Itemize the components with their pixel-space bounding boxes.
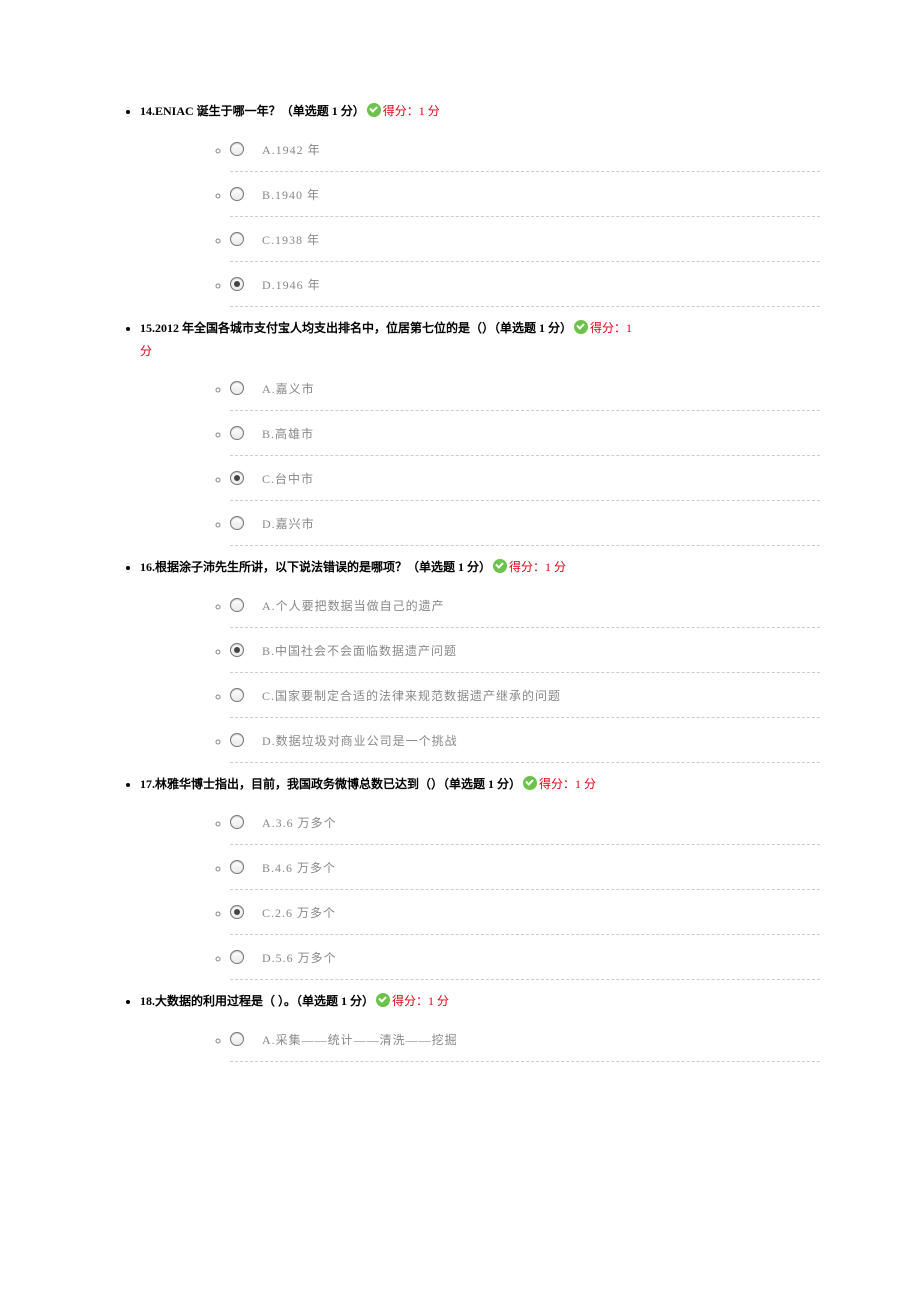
question-title: 15.2012 年全国各城市支付宝人均支出排名中，位居第七位的是（）（单选题 1… xyxy=(140,317,820,363)
correct-check-icon xyxy=(493,559,507,573)
option-item[interactable]: B.1940 年 xyxy=(230,172,820,217)
question-text: ENIAC 诞生于哪一年？ xyxy=(155,104,281,118)
question-number: 18. xyxy=(140,994,155,1008)
option-label: B.高雄市 xyxy=(262,427,314,441)
question-type-label: （单选题 1 分） xyxy=(407,560,491,574)
option-item[interactable]: A.个人要把数据当做自己的遗产 xyxy=(230,583,820,628)
question-number: 14. xyxy=(140,104,155,118)
option-label: D.5.6 万多个 xyxy=(262,951,337,965)
options-list: A.1942 年 B.1940 年 C.1938 年 D.1946 年 xyxy=(140,127,820,307)
correct-check-icon xyxy=(574,320,588,334)
question-list: 14.ENIAC 诞生于哪一年？（单选题 1 分）得分：1 分A.1942 年B… xyxy=(100,100,820,1062)
option-label: B.中国社会不会面临数据遗产问题 xyxy=(262,644,457,658)
radio-icon[interactable] xyxy=(230,815,244,829)
option-label: A.嘉义市 xyxy=(262,382,315,396)
options-list: A.采集——统计——清洗——挖掘 xyxy=(140,1017,820,1062)
correct-check-icon xyxy=(523,776,537,790)
radio-selected-icon[interactable] xyxy=(230,471,244,485)
option-item[interactable]: C.2.6 万多个 xyxy=(230,890,820,935)
option-item[interactable]: D.嘉兴市 xyxy=(230,501,820,546)
radio-icon[interactable] xyxy=(230,142,244,156)
question-text: 大数据的利用过程是（ ）。 xyxy=(155,994,296,1008)
radio-icon[interactable] xyxy=(230,1032,244,1046)
correct-check-icon xyxy=(376,993,390,1007)
option-label: D.嘉兴市 xyxy=(262,517,315,531)
option-item[interactable]: A.采集——统计——清洗——挖掘 xyxy=(230,1017,820,1062)
option-item[interactable]: B.4.6 万多个 xyxy=(230,845,820,890)
question-title: 16.根据涂子沛先生所讲，以下说法错误的是哪项？（单选题 1 分） 得分：1 分 xyxy=(140,556,820,579)
question-number: 16. xyxy=(140,560,155,574)
question-text: 林雅华博士指出，目前，我国政务微博总数已达到（） xyxy=(155,777,443,791)
question-type-label: （单选题 1 分） xyxy=(494,321,572,335)
radio-icon[interactable] xyxy=(230,688,244,702)
radio-selected-icon[interactable] xyxy=(230,277,244,291)
question-item: 17.林雅华博士指出，目前，我国政务微博总数已达到（）（单选题 1 分） 得分：1… xyxy=(140,773,820,980)
question-item: 18.大数据的利用过程是（ ）。（单选题 1 分） 得分：1 分 A.采集——统计—… xyxy=(140,990,820,1062)
radio-icon[interactable] xyxy=(230,860,244,874)
score-label-cont: 分 xyxy=(140,344,152,358)
option-label: C.1938 年 xyxy=(262,233,320,247)
question-text: 2012 年全国各城市支付宝人均支出排名中，位居第七位的是（） xyxy=(155,321,494,335)
radio-icon[interactable] xyxy=(230,426,244,440)
question-number: 17. xyxy=(140,777,155,791)
correct-check-icon xyxy=(367,103,381,117)
radio-icon[interactable] xyxy=(230,733,244,747)
option-label: C.国家要制定合适的法律来规范数据遗产继承的问题 xyxy=(262,689,561,703)
score-label: 得分：1 分 xyxy=(392,994,449,1008)
option-label: A.3.6 万多个 xyxy=(262,816,337,830)
option-item[interactable]: B.高雄市 xyxy=(230,411,820,456)
radio-icon[interactable] xyxy=(230,381,244,395)
question-type-label: （单选题 1 分） xyxy=(443,777,521,791)
option-label: A.1942 年 xyxy=(262,143,321,157)
option-label: C.2.6 万多个 xyxy=(262,906,336,920)
radio-icon[interactable] xyxy=(230,187,244,201)
question-number: 15. xyxy=(140,321,155,335)
radio-icon[interactable] xyxy=(230,232,244,246)
question-type-label: （单选题 1 分） xyxy=(296,994,374,1008)
question-title: 14.ENIAC 诞生于哪一年？（单选题 1 分） 得分：1 分 xyxy=(140,100,820,123)
question-text: 根据涂子沛先生所讲，以下说法错误的是哪项？ xyxy=(155,560,407,574)
score-label: 得分：1 分 xyxy=(383,104,440,118)
option-label: C.台中市 xyxy=(262,472,314,486)
option-item[interactable]: A.1942 年 xyxy=(230,127,820,172)
question-item: 15.2012 年全国各城市支付宝人均支出排名中，位居第七位的是（）（单选题 1… xyxy=(140,317,820,547)
options-list: A.嘉义市 B.高雄市 C.台中市 D.嘉兴市 xyxy=(140,366,820,546)
option-item[interactable]: D.数据垃圾对商业公司是一个挑战 xyxy=(230,718,820,763)
question-title: 17.林雅华博士指出，目前，我国政务微博总数已达到（）（单选题 1 分） 得分：1… xyxy=(140,773,820,796)
option-item[interactable]: A.嘉义市 xyxy=(230,366,820,411)
radio-icon[interactable] xyxy=(230,950,244,964)
score-label: 得分：1 分 xyxy=(539,777,596,791)
option-item[interactable]: B.中国社会不会面临数据遗产问题 xyxy=(230,628,820,673)
question-item: 14.ENIAC 诞生于哪一年？（单选题 1 分） 得分：1 分 A.1942 年 B… xyxy=(140,100,820,307)
option-label: A.采集——统计——清洗——挖掘 xyxy=(262,1033,458,1047)
options-list: A.3.6 万多个 B.4.6 万多个 C.2.6 万多个 D.5.6 万多个 xyxy=(140,800,820,980)
question-item: 16.根据涂子沛先生所讲，以下说法错误的是哪项？（单选题 1 分） 得分：1 分 A… xyxy=(140,556,820,763)
option-label: A.个人要把数据当做自己的遗产 xyxy=(262,599,445,613)
score-label: 得分：1 分 xyxy=(509,560,566,574)
score-label: 得分：1 xyxy=(590,321,632,335)
radio-icon[interactable] xyxy=(230,516,244,530)
option-label: B.4.6 万多个 xyxy=(262,861,336,875)
option-item[interactable]: D.5.6 万多个 xyxy=(230,935,820,980)
option-item[interactable]: C.台中市 xyxy=(230,456,820,501)
question-title: 18.大数据的利用过程是（ ）。（单选题 1 分） 得分：1 分 xyxy=(140,990,820,1013)
options-list: A.个人要把数据当做自己的遗产 B.中国社会不会面临数据遗产问题 C.国家要制定合适… xyxy=(140,583,820,763)
option-item[interactable]: A.3.6 万多个 xyxy=(230,800,820,845)
question-type-label: （单选题 1 分） xyxy=(281,104,365,118)
radio-icon[interactable] xyxy=(230,598,244,612)
option-item[interactable]: D.1946 年 xyxy=(230,262,820,307)
option-label: D.数据垃圾对商业公司是一个挑战 xyxy=(262,734,458,748)
option-label: B.1940 年 xyxy=(262,188,320,202)
option-label: D.1946 年 xyxy=(262,278,321,292)
radio-selected-icon[interactable] xyxy=(230,905,244,919)
radio-selected-icon[interactable] xyxy=(230,643,244,657)
option-item[interactable]: C.1938 年 xyxy=(230,217,820,262)
option-item[interactable]: C.国家要制定合适的法律来规范数据遗产继承的问题 xyxy=(230,673,820,718)
